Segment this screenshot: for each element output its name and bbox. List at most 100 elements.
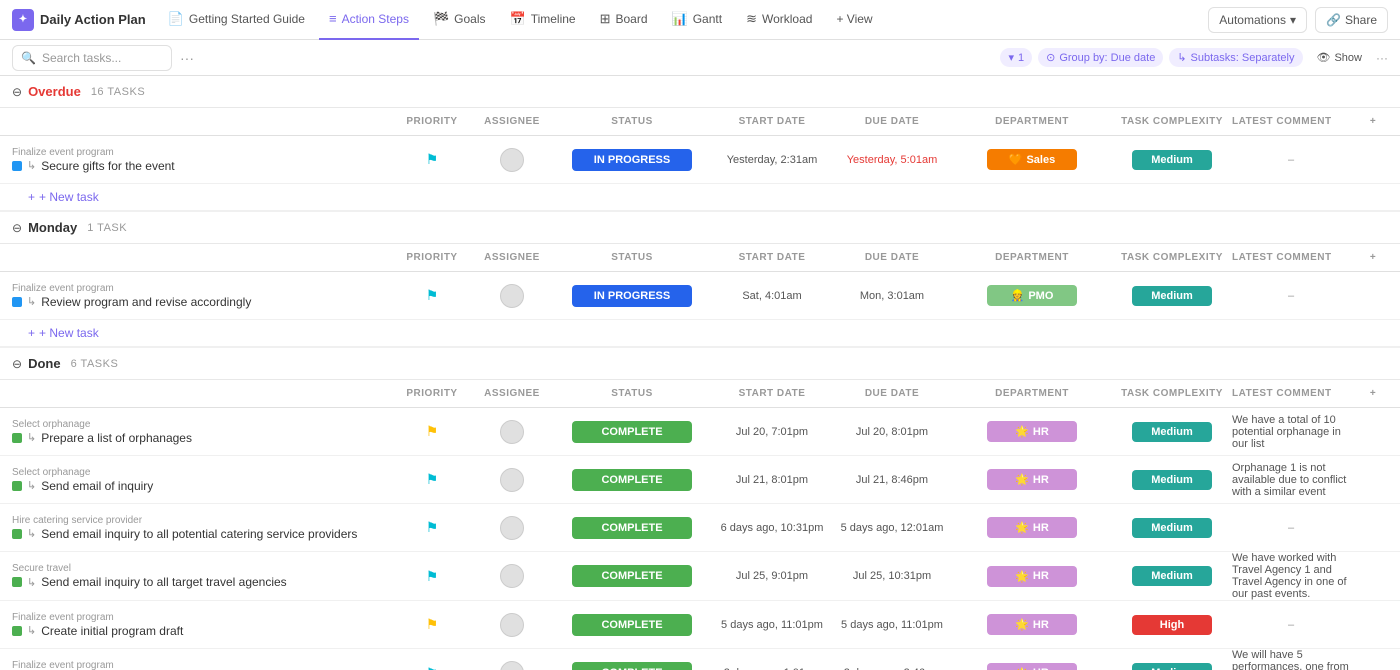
dept-icon: 🌟 bbox=[1015, 473, 1029, 486]
complexity-badge: Medium bbox=[1132, 470, 1212, 490]
col-headers-overdue: PRIORITY ASSIGNEE STATUS START DATE DUE … bbox=[0, 108, 1400, 136]
search-box[interactable]: 🔍 Search tasks... bbox=[12, 45, 172, 71]
status-cell: COMPLETE bbox=[552, 565, 712, 587]
tab-timeline[interactable]: 📅 Timeline bbox=[500, 0, 586, 40]
task-parent: Finalize event program bbox=[12, 660, 392, 670]
due-date-cell: Mon, 3:01am bbox=[832, 290, 952, 302]
status-badge[interactable]: COMPLETE bbox=[572, 614, 692, 636]
done-count: 6 TASKS bbox=[71, 358, 119, 370]
col-assignee-m: ASSIGNEE bbox=[472, 252, 552, 263]
tab-workload[interactable]: ≋ Workload bbox=[736, 0, 822, 40]
complexity-cell: Medium bbox=[1112, 663, 1232, 670]
overdue-title: Overdue 16 TASKS bbox=[28, 84, 145, 99]
tab-getting-started[interactable]: 📄 Getting Started Guide bbox=[158, 0, 315, 40]
col-comment: LATEST COMMENT bbox=[1232, 116, 1358, 127]
status-badge[interactable]: IN PROGRESS bbox=[572, 149, 692, 171]
table-row: Finalize event program ↳ Coordinate perf… bbox=[0, 649, 1400, 670]
department-cell: 🧡 Sales bbox=[952, 149, 1112, 170]
assignee-cell bbox=[472, 564, 552, 588]
priority-cell: ⚑ bbox=[392, 665, 472, 670]
done-title: Done 6 TASKS bbox=[28, 356, 118, 371]
task-dot bbox=[12, 433, 22, 443]
tab-gantt[interactable]: 📊 Gantt bbox=[662, 0, 733, 40]
subtask-arrow: ↳ bbox=[27, 479, 36, 492]
group-by-label: Group by: Due date bbox=[1059, 52, 1155, 64]
comment-cell: We will have 5 performances, one from ea… bbox=[1232, 649, 1358, 670]
toolbar-overflow[interactable]: ··· bbox=[1376, 51, 1388, 65]
start-date-cell: Sat, 4:01am bbox=[712, 290, 832, 302]
start-date-cell: Yesterday, 2:31am bbox=[712, 154, 832, 166]
group-by-button[interactable]: ⊙ Group by: Due date bbox=[1038, 48, 1163, 67]
new-task-monday[interactable]: + + New task bbox=[0, 320, 1400, 346]
col-comment-d: LATEST COMMENT bbox=[1232, 388, 1358, 399]
col-add[interactable]: + bbox=[1358, 116, 1388, 127]
avatar bbox=[500, 613, 524, 637]
priority-flag: ⚑ bbox=[426, 568, 439, 585]
status-badge[interactable]: COMPLETE bbox=[572, 469, 692, 491]
task-dot bbox=[12, 529, 22, 539]
tab-board[interactable]: ⊞ Board bbox=[590, 0, 658, 40]
status-badge[interactable]: COMPLETE bbox=[572, 421, 692, 443]
task-dot bbox=[12, 626, 22, 636]
due-date-cell: Jul 25, 10:31pm bbox=[832, 570, 952, 582]
priority-cell: ⚑ bbox=[392, 287, 472, 304]
department-cell: 👷 PMO bbox=[952, 285, 1112, 306]
col-due-d: DUE DATE bbox=[832, 388, 952, 399]
dept-icon: 🧡 bbox=[1009, 153, 1023, 166]
filter-button[interactable]: ▾ 1 bbox=[1000, 48, 1032, 67]
tab-action-steps[interactable]: ≡ Action Steps bbox=[319, 0, 419, 40]
dept-icon: 🌟 bbox=[1015, 618, 1029, 631]
task-name-cell: Finalize event program ↳ Secure gifts fo… bbox=[12, 143, 392, 177]
col-status: STATUS bbox=[552, 116, 712, 127]
col-start-m: START DATE bbox=[712, 252, 832, 263]
col-due-m: DUE DATE bbox=[832, 252, 952, 263]
filter-icon: ▾ bbox=[1008, 51, 1014, 64]
status-badge[interactable]: IN PROGRESS bbox=[572, 285, 692, 307]
status-cell: IN PROGRESS bbox=[552, 285, 712, 307]
dept-icon: 🌟 bbox=[1015, 570, 1029, 583]
monday-toggle[interactable]: ⊖ bbox=[12, 221, 22, 235]
tab-add-view-label: + View bbox=[836, 12, 872, 26]
subtasks-button[interactable]: ↳ Subtasks: Separately bbox=[1169, 48, 1302, 67]
status-badge[interactable]: COMPLETE bbox=[572, 662, 692, 670]
show-button[interactable]: 👁 Show bbox=[1309, 48, 1371, 67]
status-badge[interactable]: COMPLETE bbox=[572, 565, 692, 587]
avatar bbox=[500, 148, 524, 172]
col-start-d: START DATE bbox=[712, 388, 832, 399]
overdue-toggle[interactable]: ⊖ bbox=[12, 85, 22, 99]
tab-action-steps-label: Action Steps bbox=[342, 12, 409, 26]
app-logo: ✦ Daily Action Plan bbox=[12, 9, 146, 31]
col-priority: PRIORITY bbox=[392, 116, 472, 127]
col-department: DEPARTMENT bbox=[952, 116, 1112, 127]
priority-flag: ⚑ bbox=[426, 665, 439, 670]
assignee-cell bbox=[472, 148, 552, 172]
task-parent: Finalize event program bbox=[12, 612, 392, 623]
task-name: ↳ Prepare a list of orphanages bbox=[12, 431, 392, 445]
tab-goals[interactable]: 🏁 Goals bbox=[423, 0, 496, 40]
col-due-date: DUE DATE bbox=[832, 116, 952, 127]
done-toggle[interactable]: ⊖ bbox=[12, 357, 22, 371]
gantt-icon: 📊 bbox=[672, 11, 688, 27]
search-icon: 🔍 bbox=[21, 51, 36, 65]
tab-add-view[interactable]: + View bbox=[826, 0, 882, 40]
workload-icon: ≋ bbox=[746, 11, 757, 27]
app-title: Daily Action Plan bbox=[40, 12, 146, 27]
col-priority-m: PRIORITY bbox=[392, 252, 472, 263]
subtask-arrow: ↳ bbox=[27, 527, 36, 540]
app-icon: ✦ bbox=[12, 9, 34, 31]
col-add-d[interactable]: + bbox=[1358, 388, 1388, 399]
due-date-cell: 5 days ago, 11:01pm bbox=[832, 619, 952, 631]
share-button[interactable]: 🔗 Share bbox=[1315, 7, 1388, 33]
priority-cell: ⚑ bbox=[392, 519, 472, 536]
department-cell: 🌟 HR bbox=[952, 614, 1112, 635]
new-task-overdue[interactable]: + + New task bbox=[0, 184, 1400, 210]
automations-button[interactable]: Automations ▾ bbox=[1208, 7, 1307, 33]
complexity-cell: Medium bbox=[1112, 566, 1232, 586]
group-icon: ⊙ bbox=[1046, 51, 1055, 64]
tab-timeline-label: Timeline bbox=[531, 12, 576, 26]
col-add-m[interactable]: + bbox=[1358, 252, 1388, 263]
avatar bbox=[500, 420, 524, 444]
toolbar-more-options[interactable]: ··· bbox=[180, 50, 194, 66]
col-complex-d: TASK COMPLEXITY bbox=[1112, 388, 1232, 399]
status-badge[interactable]: COMPLETE bbox=[572, 517, 692, 539]
